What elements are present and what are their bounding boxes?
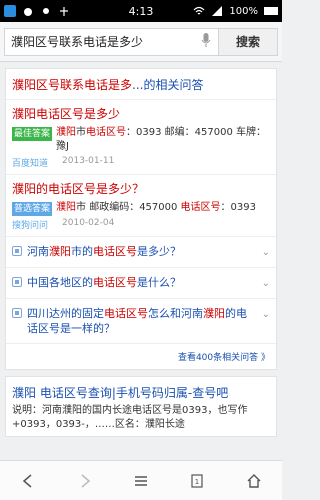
answer-source: 搜狗问问 <box>12 221 49 231</box>
see-more-link[interactable]: 查看400条相关问答 》 <box>6 344 276 369</box>
answer-source: 百度知道 <box>12 159 49 169</box>
tabs-button[interactable]: 1 <box>179 463 215 499</box>
chevron-down-icon: ⌄ <box>261 278 270 289</box>
status-bar: 4:13 100% <box>0 0 282 22</box>
cell-signal-icon <box>211 5 223 17</box>
status-time: 4:13 <box>128 4 154 18</box>
answer-question: 濮阳电话区号是多少 <box>12 107 121 121</box>
selected-answer-badge: 普选答案 <box>12 202 53 216</box>
answer-item[interactable]: 濮阳电话区号是多少 最佳答案 濮阳市电话区号：0393 邮编：457000 车牌… <box>6 100 276 175</box>
answer-date: 2013-01-11 <box>62 156 115 166</box>
results: 濮阳区号联系电话是多...的相关问答 濮阳电话区号是多少 最佳答案 濮阳市电话区… <box>0 62 282 437</box>
bottom-toolbar: 1 <box>0 460 282 500</box>
search-input[interactable]: 濮阳区号联系电话是多少 <box>4 27 218 56</box>
forward-button[interactable] <box>67 463 103 499</box>
wifi-icon <box>193 5 205 17</box>
related-qa-title[interactable]: 濮阳区号联系电话是多...的相关问答 <box>6 69 276 100</box>
home-icon <box>247 473 261 488</box>
chevron-down-icon: ⌄ <box>261 247 270 258</box>
battery-percent: 100% <box>229 5 258 17</box>
battery-icon <box>264 7 278 15</box>
microphone-icon[interactable] <box>200 32 212 51</box>
answer-question: 濮阳的电话区号是多少？ <box>12 182 145 196</box>
search-bar: 濮阳区号联系电话是多少 搜索 <box>0 22 282 62</box>
tabs-icon: 1 <box>191 473 203 488</box>
back-arrow-icon <box>23 473 32 488</box>
result-title[interactable]: 濮阳 电话区号查询|手机号码归属-查号吧 <box>6 377 276 404</box>
question-icon <box>12 246 22 256</box>
result-description: 说明：河南濮阳的国内长途电话区号是0393，也写作+0393，0393-，……区… <box>12 405 248 430</box>
search-query: 濮阳区号联系电话是多少 <box>11 35 144 49</box>
back-button[interactable] <box>10 463 46 499</box>
forward-arrow-icon <box>81 473 90 488</box>
question-icon <box>12 308 22 318</box>
app-notification-icon <box>4 5 16 17</box>
related-question[interactable]: 中国各地区的电话区号是什么？ ⌄ <box>6 268 276 299</box>
svg-text:1: 1 <box>195 478 199 486</box>
question-icon <box>12 277 22 287</box>
signal-icon <box>58 5 70 17</box>
answer-item[interactable]: 濮阳的电话区号是多少？ 普选答案 濮阳市 邮政编码：457000 电话区号：03… <box>6 175 276 237</box>
weather-sun-icon <box>40 5 52 17</box>
best-answer-badge: 最佳答案 <box>12 127 53 141</box>
related-question[interactable]: 河南濮阳市的电话区号是多少？ ⌄ <box>6 237 276 268</box>
android-icon <box>22 5 34 17</box>
menu-button[interactable] <box>123 463 159 499</box>
answer-text: 濮阳市电话区号：0393 邮编：457000 车牌：豫J <box>56 127 266 152</box>
search-result-card[interactable]: 濮阳 电话区号查询|手机号码归属-查号吧 说明：河南濮阳的国内长途电话区号是03… <box>5 376 277 437</box>
chevron-down-icon: ⌄ <box>261 309 270 320</box>
menu-icon <box>134 475 147 486</box>
home-button[interactable] <box>236 463 272 499</box>
related-question[interactable]: 四川达州的固定电话区号怎么和河南濮阳的电话区号是一样的？ ⌄ <box>6 299 276 344</box>
search-button[interactable]: 搜索 <box>218 27 278 56</box>
answer-date: 2010-02-04 <box>62 218 115 228</box>
answer-text: 濮阳市 邮政编码：457000 电话区号：0393 <box>56 202 256 213</box>
related-qa-card: 濮阳区号联系电话是多...的相关问答 濮阳电话区号是多少 最佳答案 濮阳市电话区… <box>5 68 277 370</box>
